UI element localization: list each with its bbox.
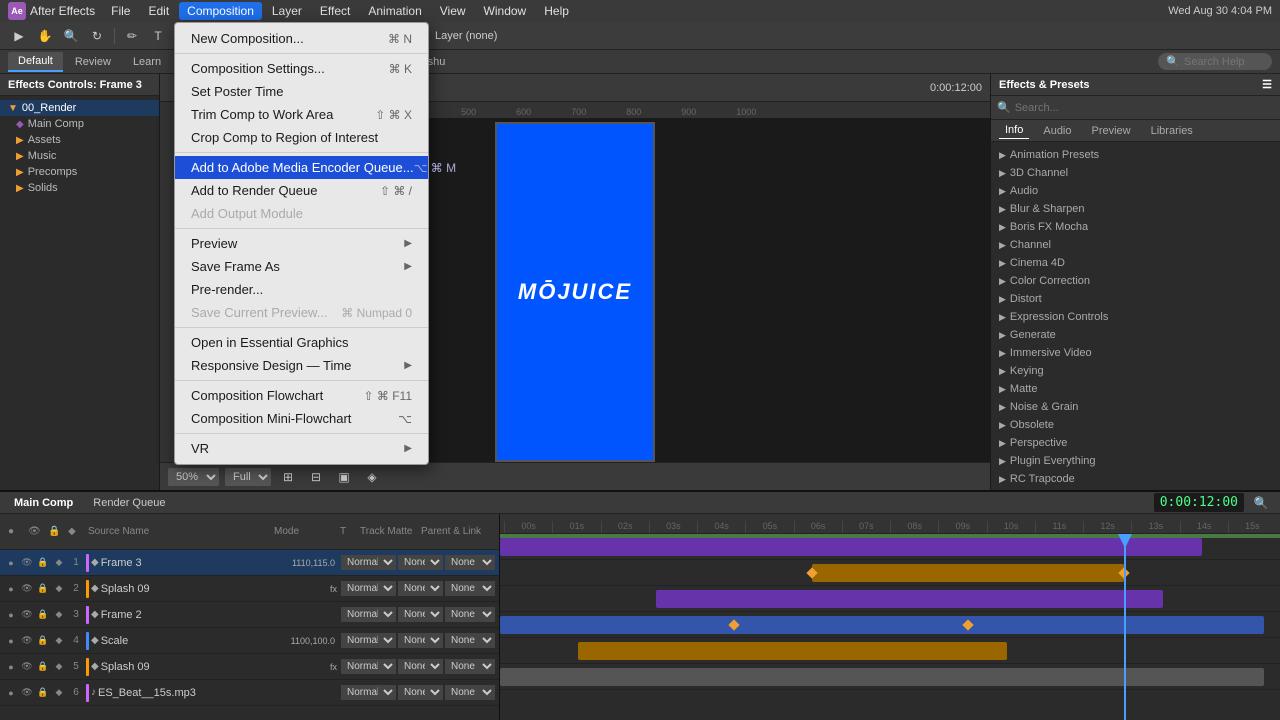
dd-add-output-module: Add Output Module: [175, 202, 428, 225]
dd-preview[interactable]: Preview ▶: [175, 232, 428, 255]
dd-add-media-encoder[interactable]: Add to Adobe Media Encoder Queue... ⌥ ⌘ …: [175, 156, 428, 179]
dd-sep-5: [175, 433, 428, 434]
dd-sep-3: [175, 327, 428, 328]
dd-set-poster-time[interactable]: Set Poster Time: [175, 80, 428, 103]
dd-sep-4: [175, 380, 428, 381]
dropdown-overlay[interactable]: New Composition... ⌘ N Composition Setti…: [0, 0, 1280, 720]
dd-crop-comp[interactable]: Crop Comp to Region of Interest: [175, 126, 428, 149]
dd-sep-0: [175, 53, 428, 54]
dd-open-essential-graphics[interactable]: Open in Essential Graphics: [175, 331, 428, 354]
dd-sep-1: [175, 152, 428, 153]
dd-pre-render[interactable]: Pre-render...: [175, 278, 428, 301]
dd-save-frame-as[interactable]: Save Frame As ▶: [175, 255, 428, 278]
dd-comp-mini-flowchart[interactable]: Composition Mini-Flowchart ⌥: [175, 407, 428, 430]
dd-add-render-queue[interactable]: Add to Render Queue ⇧ ⌘ /: [175, 179, 428, 202]
dd-new-composition[interactable]: New Composition... ⌘ N: [175, 27, 428, 50]
dd-comp-settings[interactable]: Composition Settings... ⌘ K: [175, 57, 428, 80]
dd-sep-2: [175, 228, 428, 229]
composition-dropdown-menu: New Composition... ⌘ N Composition Setti…: [174, 22, 429, 465]
dd-trim-comp[interactable]: Trim Comp to Work Area ⇧ ⌘ X: [175, 103, 428, 126]
dd-responsive-design[interactable]: Responsive Design — Time ▶: [175, 354, 428, 377]
dd-save-current-preview: Save Current Preview... ⌘ Numpad 0: [175, 301, 428, 324]
dd-comp-flowchart[interactable]: Composition Flowchart ⇧ ⌘ F11: [175, 384, 428, 407]
dd-vr[interactable]: VR ▶: [175, 437, 428, 460]
